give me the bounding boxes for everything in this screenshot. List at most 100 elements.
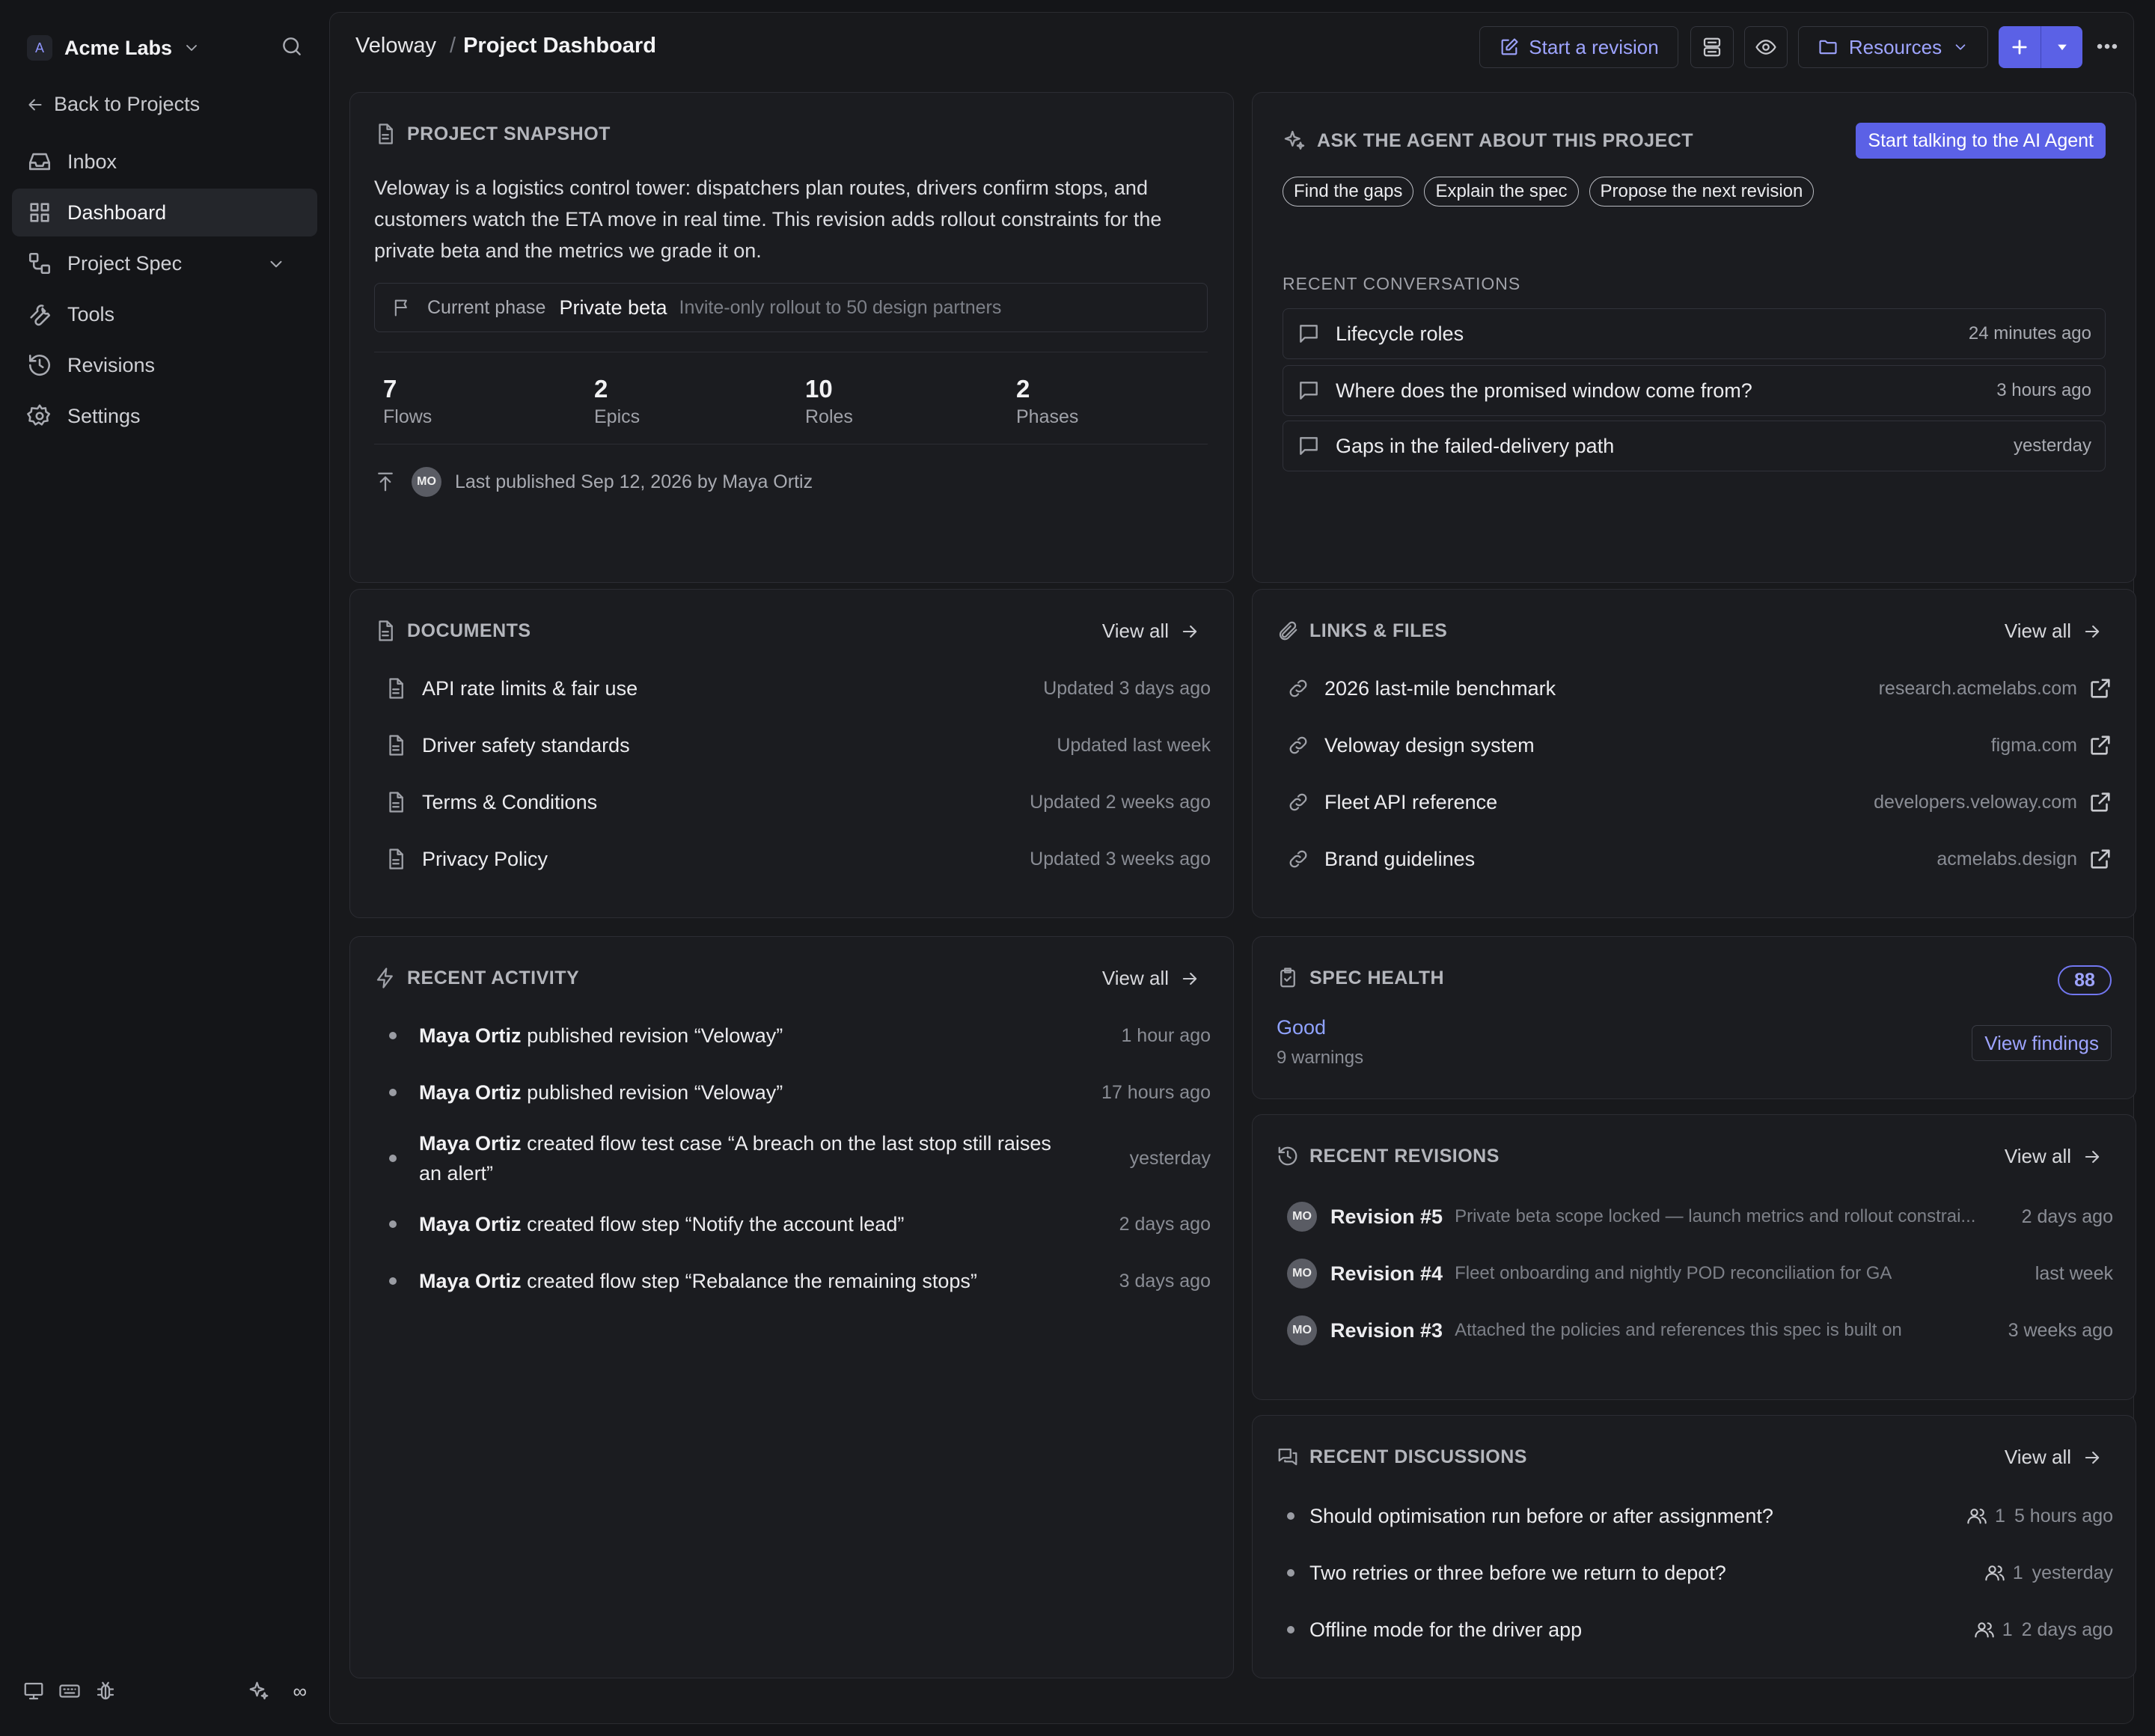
breadcrumb-project[interactable]: Veloway bbox=[355, 34, 436, 58]
revision-item[interactable]: MO Revision #3 Attached the policies and… bbox=[1287, 1314, 2113, 1347]
document-item[interactable]: Privacy Policy Updated 3 weeks ago bbox=[385, 843, 1211, 875]
preview-button[interactable] bbox=[1744, 26, 1788, 68]
link-icon bbox=[1287, 677, 1309, 700]
page-title: Project Dashboard bbox=[463, 34, 656, 58]
users-icon bbox=[1974, 1619, 1995, 1640]
phase-value: Private beta bbox=[559, 296, 667, 319]
more-menu-button[interactable] bbox=[2094, 34, 2120, 65]
external-link-icon[interactable] bbox=[2088, 733, 2113, 758]
view-findings-button[interactable]: View findings bbox=[1972, 1025, 2112, 1061]
card-title: RECENT DISCUSSIONS bbox=[1277, 1446, 1527, 1468]
link-item[interactable]: Veloway design system figma.com bbox=[1287, 729, 2113, 762]
sidebar-item-label: Settings bbox=[67, 404, 141, 427]
view-all-link[interactable]: View all bbox=[1102, 620, 1200, 643]
agent-toggle-button[interactable] bbox=[1690, 26, 1734, 68]
external-link-icon[interactable] bbox=[2088, 846, 2113, 872]
document-item[interactable]: Driver safety standards Updated last wee… bbox=[385, 729, 1211, 762]
documents-card: DOCUMENTS View all API rate limits & fai… bbox=[349, 589, 1234, 918]
create-button[interactable] bbox=[1999, 26, 2041, 68]
bullet bbox=[389, 1220, 397, 1228]
history-icon bbox=[1277, 1145, 1299, 1167]
activity-item[interactable]: Maya Ortiz published revision “Veloway” … bbox=[389, 1019, 1211, 1052]
view-all-link[interactable]: View all bbox=[2005, 1446, 2103, 1469]
prompt-chip[interactable]: Explain the spec bbox=[1424, 177, 1579, 207]
resources-dropdown[interactable]: Resources bbox=[1798, 26, 1988, 68]
activity-item[interactable]: Maya Ortiz created flow test case “A bre… bbox=[389, 1127, 1211, 1190]
external-link-icon[interactable] bbox=[2088, 676, 2113, 701]
bug-icon[interactable] bbox=[94, 1680, 117, 1702]
project-snapshot-card: PROJECT SNAPSHOT Veloway is a logistics … bbox=[349, 92, 1234, 583]
bullet bbox=[389, 1155, 397, 1162]
link-icon bbox=[1287, 791, 1309, 813]
conversation-item[interactable]: Lifecycle roles 24 minutes ago bbox=[1283, 308, 2106, 359]
conversation-item[interactable]: Gaps in the failed-delivery path yesterd… bbox=[1283, 421, 2106, 471]
clipboard-check-icon bbox=[1277, 967, 1299, 989]
document-item[interactable]: Terms & Conditions Updated 2 weeks ago bbox=[385, 786, 1211, 819]
activity-item[interactable]: Maya Ortiz published revision “Veloway” … bbox=[389, 1076, 1211, 1109]
start-agent-chat-button[interactable]: Start talking to the AI Agent bbox=[1856, 123, 2106, 159]
chat-icon bbox=[1297, 434, 1321, 458]
view-all-link[interactable]: View all bbox=[2005, 1145, 2103, 1168]
sidebar-item-settings[interactable]: Settings bbox=[12, 392, 317, 440]
stat-epics: 2 Epics bbox=[594, 375, 641, 427]
last-published: MO Last published Sep 12, 2026 by Maya O… bbox=[374, 467, 813, 497]
messages-icon bbox=[1277, 1446, 1299, 1468]
create-menu-button[interactable] bbox=[2041, 26, 2082, 68]
sidebar-item-inbox[interactable]: Inbox bbox=[12, 138, 317, 186]
view-all-link[interactable]: View all bbox=[1102, 967, 1200, 990]
recent-revisions-card: RECENT REVISIONS View all MO Revision #5… bbox=[1252, 1114, 2136, 1400]
bullet bbox=[389, 1089, 397, 1096]
plus-icon bbox=[2009, 37, 2030, 58]
workspace-switcher[interactable]: A Acme Labs bbox=[27, 33, 201, 63]
back-label: Back to Projects bbox=[54, 93, 201, 115]
workspace-avatar: A bbox=[27, 35, 52, 61]
prompt-chip[interactable]: Propose the next revision bbox=[1589, 177, 1815, 207]
bullet bbox=[1287, 1626, 1294, 1633]
revision-item[interactable]: MO Revision #4 Fleet onboarding and nigh… bbox=[1287, 1257, 2113, 1290]
monitor-icon[interactable] bbox=[22, 1680, 45, 1702]
upload-icon bbox=[374, 471, 397, 493]
discussion-item[interactable]: Two retries or three before we return to… bbox=[1287, 1556, 2113, 1589]
activity-item[interactable]: Maya Ortiz created flow step “Notify the… bbox=[389, 1208, 1211, 1241]
link-item[interactable]: Fleet API reference developers.veloway.c… bbox=[1287, 786, 2113, 819]
ai-usage[interactable]: ∞ bbox=[248, 1680, 307, 1703]
link-item[interactable]: 2026 last-mile benchmark research.acmela… bbox=[1287, 672, 2113, 705]
prompt-chip[interactable]: Find the gaps bbox=[1283, 177, 1414, 207]
sidebar-item-dashboard[interactable]: Dashboard bbox=[12, 189, 317, 236]
arrow-right-icon bbox=[2082, 1447, 2103, 1468]
document-icon bbox=[385, 734, 407, 757]
sidebar-item-tools[interactable]: Tools bbox=[12, 290, 317, 338]
card-title: ASK THE AGENT ABOUT THIS PROJECT bbox=[1283, 129, 1693, 153]
lightning-icon bbox=[374, 967, 397, 989]
chevron-down-icon bbox=[1952, 39, 1969, 55]
arrow-right-icon bbox=[1179, 621, 1200, 642]
arrow-left-icon bbox=[25, 95, 45, 114]
sidebar-item-label: Inbox bbox=[67, 150, 117, 173]
discussion-item[interactable]: Should optimisation run before or after … bbox=[1287, 1500, 2113, 1532]
document-icon bbox=[385, 791, 407, 813]
usage-infinity: ∞ bbox=[293, 1679, 307, 1702]
keyboard-icon[interactable] bbox=[58, 1680, 81, 1702]
activity-item[interactable]: Maya Ortiz created flow step “Rebalance … bbox=[389, 1265, 1211, 1298]
link-item[interactable]: Brand guidelines acmelabs.design bbox=[1287, 843, 2113, 875]
sidebar-item-revisions[interactable]: Revisions bbox=[12, 341, 317, 389]
sidebar-item-label: Project Spec bbox=[67, 251, 183, 275]
back-to-projects-link[interactable]: Back to Projects bbox=[25, 93, 200, 116]
revision-item[interactable]: MO Revision #5 Private beta scope locked… bbox=[1287, 1200, 2113, 1233]
card-title: RECENT REVISIONS bbox=[1277, 1145, 1500, 1167]
discussion-item[interactable]: Offline mode for the driver app 12 days … bbox=[1287, 1613, 2113, 1646]
document-item[interactable]: API rate limits & fair use Updated 3 day… bbox=[385, 672, 1211, 705]
view-all-link[interactable]: View all bbox=[2005, 620, 2103, 643]
link-icon bbox=[1287, 848, 1309, 870]
grid-icon bbox=[27, 200, 52, 225]
create-split-button bbox=[1999, 26, 2082, 68]
card-title: LINKS & FILES bbox=[1277, 620, 1447, 642]
bullet bbox=[1287, 1569, 1294, 1577]
start-revision-button[interactable]: Start a revision bbox=[1479, 26, 1678, 68]
chevron-down-icon[interactable] bbox=[266, 254, 286, 274]
wrench-icon bbox=[27, 302, 52, 327]
conversation-item[interactable]: Where does the promised window come from… bbox=[1283, 365, 2106, 416]
sidebar-item-project-spec[interactable]: Project Spec bbox=[12, 239, 317, 287]
external-link-icon[interactable] bbox=[2088, 789, 2113, 815]
search-icon[interactable] bbox=[280, 34, 304, 58]
